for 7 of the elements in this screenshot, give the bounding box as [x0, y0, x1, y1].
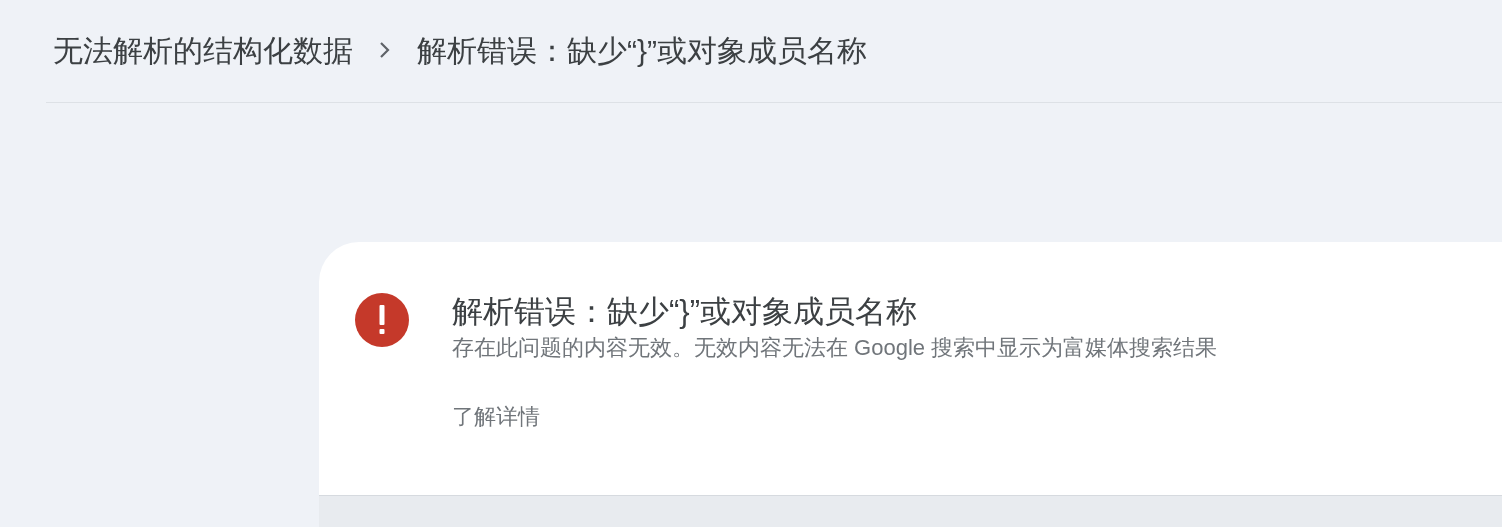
breadcrumb-item[interactable]: 无法解析的结构化数据	[53, 27, 353, 73]
breadcrumb-item: 解析错误：缺少“}”或对象成员名称	[417, 32, 867, 69]
issue-title: 解析错误：缺少“}”或对象成员名称	[452, 293, 918, 331]
learn-more-link[interactable]: 了解详情	[452, 402, 540, 432]
issue-description: 存在此问题的内容无效。无效内容无法在 Google 搜索中显示为富媒体搜索结果	[452, 334, 1218, 362]
error-icon	[355, 293, 409, 347]
chevron-right-icon	[379, 41, 391, 59]
